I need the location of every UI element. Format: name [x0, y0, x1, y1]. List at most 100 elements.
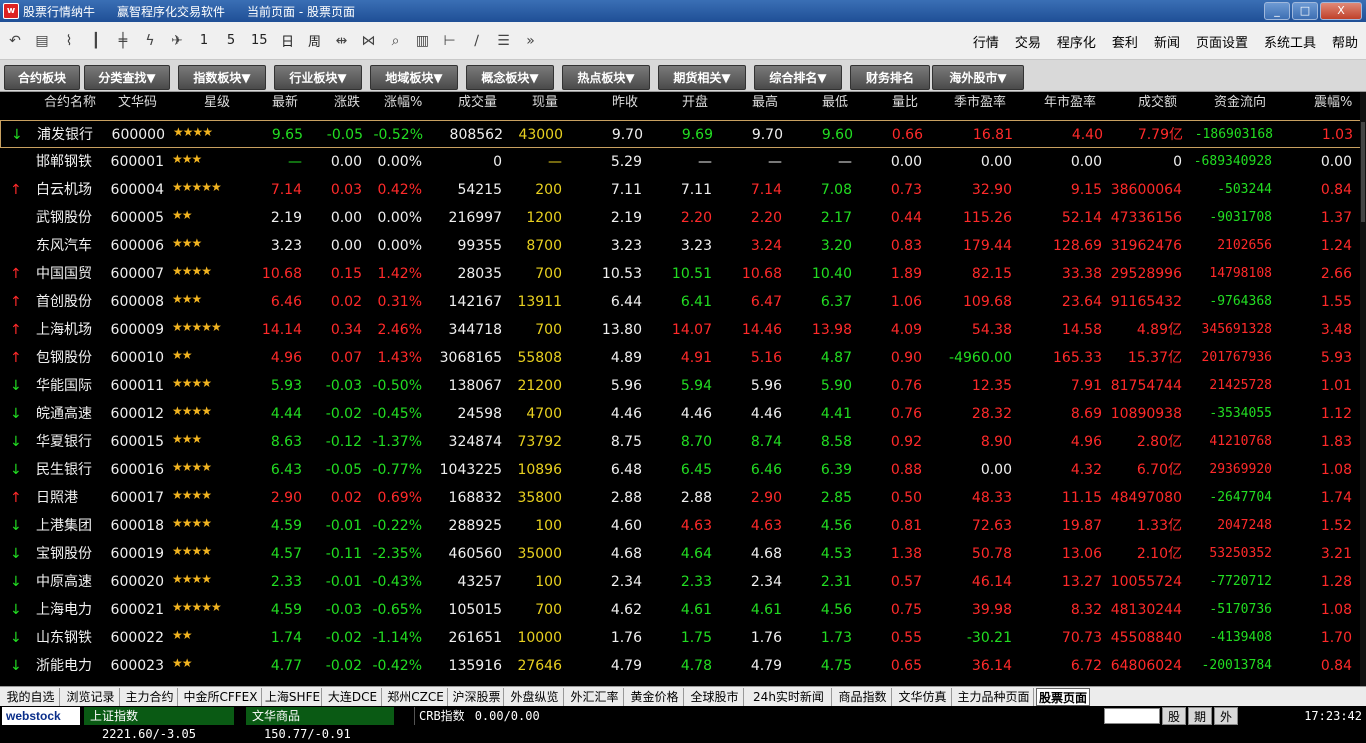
maximize-button[interactable]: □: [1292, 2, 1318, 20]
draw-line-icon[interactable]: ∕: [465, 27, 489, 55]
menu-arbitrage[interactable]: 套利: [1104, 32, 1146, 51]
table-row[interactable]: ↓ 华能国际 600011 ★★★★ 5.93 -0.03 -0.50% 138067 2120…: [0, 372, 1362, 400]
table-row[interactable]: ↑ 上海机场 600009 ★★★★★ 14.14 0.34 2.46% 344718 700 1…: [0, 316, 1362, 344]
table-row[interactable]: ↓ 皖通高速 600012 ★★★★ 4.44 -0.02 -0.45% 24598 4700 4…: [0, 400, 1362, 428]
bottom-tab[interactable]: 文华仿真: [894, 688, 952, 706]
forex-quick-button[interactable]: 外: [1214, 707, 1238, 725]
bottom-tab[interactable]: 浏览记录: [62, 688, 120, 706]
candlestick-icon[interactable]: ╪: [111, 27, 135, 55]
header-col-code[interactable]: 文华码: [118, 92, 157, 114]
tab-composite-rank[interactable]: 综合排名▼: [754, 65, 842, 90]
bottom-tab[interactable]: 大连DCE: [324, 688, 382, 706]
quick-search-input[interactable]: [1104, 708, 1160, 724]
futures-quick-button[interactable]: 期: [1188, 707, 1212, 725]
table-row[interactable]: ↑ 首创股份 600008 ★★★ 6.46 0.02 0.31% 142167 13911 6.…: [0, 288, 1362, 316]
header-col-volume-ratio[interactable]: 量比: [892, 92, 918, 114]
header-col-stars[interactable]: 星级: [204, 92, 230, 114]
table-row[interactable]: ↓ 浦发银行 600000 ★★★★ 9.65 -0.05 -0.52% 808562 4300…: [0, 120, 1362, 148]
arrows-left-right-icon[interactable]: ⇹: [330, 27, 354, 55]
plane-icon[interactable]: ✈: [165, 27, 189, 55]
header-col-open[interactable]: 开盘: [682, 92, 708, 114]
table-row[interactable]: ↑ 中国国贸 600007 ★★★★ 10.68 0.15 1.42% 28035 700 10.…: [0, 260, 1362, 288]
table-row[interactable]: ↓ 浙能电力 600023 ★★ 4.77 -0.02 -0.42% 135916 27646 4…: [0, 652, 1362, 680]
search-icon[interactable]: ⌕: [384, 27, 408, 55]
table-icon[interactable]: ▤: [30, 27, 54, 55]
scrollbar-thumb[interactable]: [1361, 122, 1365, 222]
more-icon[interactable]: »: [519, 27, 543, 55]
ruler-vertical-icon[interactable]: ▥: [411, 27, 435, 55]
header-col-change[interactable]: 涨跌: [334, 92, 360, 114]
minimize-button[interactable]: _: [1264, 2, 1290, 20]
close-button[interactable]: X: [1320, 2, 1362, 20]
header-col-pe-quarter[interactable]: 季市盈率: [954, 92, 1006, 114]
bottom-tab[interactable]: 商品指数: [834, 688, 892, 706]
kline-icon[interactable]: ┃: [84, 27, 108, 55]
period-5min-button[interactable]: 5: [219, 27, 243, 55]
menu-news[interactable]: 新闻: [1146, 32, 1188, 51]
table-row[interactable]: ↓ 宝钢股份 600019 ★★★★ 4.57 -0.11 -2.35% 460560 3500…: [0, 540, 1362, 568]
bottom-tab[interactable]: 郑州CZCE: [384, 688, 448, 706]
bottom-tab[interactable]: 24h实时新闻: [746, 688, 832, 706]
menu-page-settings[interactable]: 页面设置: [1188, 32, 1256, 51]
span-icon[interactable]: ⊢: [438, 27, 462, 55]
bottom-tab[interactable]: 沪深股票: [450, 688, 504, 706]
tab-region-sector[interactable]: 地域板块▼: [370, 65, 458, 90]
undo-icon[interactable]: ↶: [3, 27, 27, 55]
vertical-scrollbar[interactable]: [1360, 92, 1366, 686]
bottom-tab[interactable]: 黄金价格: [626, 688, 684, 706]
table-row[interactable]: ↓ 华夏银行 600015 ★★★ 8.63 -0.12 -1.37% 324874 73792…: [0, 428, 1362, 456]
bottom-tab[interactable]: 主力合约: [122, 688, 178, 706]
bottom-tab[interactable]: 全球股市: [686, 688, 744, 706]
tab-finance-rank[interactable]: 财务排名: [850, 65, 930, 90]
table-row[interactable]: ↓ 中原高速 600020 ★★★★ 2.33 -0.01 -0.43% 43257 100 2.…: [0, 568, 1362, 596]
tab-category-search[interactable]: 分类查找▼: [84, 65, 170, 90]
table-row[interactable]: ↓ 山东钢铁 600022 ★★ 1.74 -0.02 -1.14% 261651 10000 1…: [0, 624, 1362, 652]
period-15min-button[interactable]: 15: [246, 27, 273, 55]
period-week-button[interactable]: 周: [303, 27, 327, 55]
header-col-current-volume[interactable]: 现量: [532, 92, 558, 114]
tab-contract-sector[interactable]: 合约板块: [4, 65, 80, 90]
bottom-tab[interactable]: 外盘纵览: [506, 688, 564, 706]
bottom-tab[interactable]: 股票页面: [1036, 688, 1090, 706]
table-row[interactable]: 武钢股份 600005 ★★ 2.19 0.00 0.00% 216997 1200 2.19 2…: [0, 204, 1362, 232]
header-col-name[interactable]: 合约名称: [44, 92, 96, 114]
table-row[interactable]: 邯郸钢铁 600001 ★★★ — 0.00 0.00% 0 — 5.29 — — — 0.00 0.00…: [0, 148, 1362, 176]
header-col-prev-close[interactable]: 昨收: [612, 92, 638, 114]
header-col-low[interactable]: 最低: [822, 92, 848, 114]
menu-programmatic[interactable]: 程序化: [1049, 32, 1104, 51]
header-col-amount[interactable]: 成交额: [1138, 92, 1177, 114]
header-col-change-pct[interactable]: 涨幅%: [384, 92, 422, 114]
bottom-tab[interactable]: 主力品种页面: [954, 688, 1034, 706]
tab-hot-sector[interactable]: 热点板块▼: [562, 65, 650, 90]
list-icon[interactable]: ☰: [492, 27, 516, 55]
table-row[interactable]: 东风汽车 600006 ★★★ 3.23 0.00 0.00% 99355 8700 3.23 3…: [0, 232, 1362, 260]
arrows-collapse-icon[interactable]: ⋈: [357, 27, 381, 55]
tab-industry-sector[interactable]: 行业板块▼: [274, 65, 362, 90]
stock-quick-button[interactable]: 股: [1162, 707, 1186, 725]
bottom-tab[interactable]: 上海SHFE: [264, 688, 322, 706]
header-col-high[interactable]: 最高: [752, 92, 778, 114]
menu-help[interactable]: 帮助: [1324, 32, 1366, 51]
lightning-icon[interactable]: ϟ: [138, 27, 162, 55]
header-col-volume[interactable]: 成交量: [458, 92, 497, 114]
header-col-pe-year[interactable]: 年市盈率: [1044, 92, 1096, 114]
bottom-tab[interactable]: 我的自选: [2, 688, 60, 706]
menu-quotes[interactable]: 行情: [965, 32, 1007, 51]
line-chart-icon[interactable]: ⌇: [57, 27, 81, 55]
bottom-tab[interactable]: 外汇汇率: [566, 688, 624, 706]
table-row[interactable]: ↓ 上港集团 600018 ★★★★ 4.59 -0.01 -0.22% 288925 100 4…: [0, 512, 1362, 540]
table-row[interactable]: ↓ 民生银行 600016 ★★★★ 6.43 -0.05 -0.77% 1043225 108…: [0, 456, 1362, 484]
menu-system-tools[interactable]: 系统工具: [1256, 32, 1324, 51]
menu-trade[interactable]: 交易: [1007, 32, 1049, 51]
period-day-button[interactable]: 日: [276, 27, 300, 55]
table-row[interactable]: ↑ 日照港 600017 ★★★★ 2.90 0.02 0.69% 168832 35800 2.…: [0, 484, 1362, 512]
header-col-amplitude[interactable]: 震幅%: [1314, 92, 1352, 114]
tab-futures-related[interactable]: 期货相关▼: [658, 65, 746, 90]
tab-index-sector[interactable]: 指数板块▼: [178, 65, 266, 90]
table-row[interactable]: ↓ 上海电力 600021 ★★★★★ 4.59 -0.03 -0.65% 105015 700…: [0, 596, 1362, 624]
header-col-money-flow[interactable]: 资金流向: [1214, 92, 1266, 114]
table-row[interactable]: ↑ 白云机场 600004 ★★★★★ 7.14 0.03 0.42% 54215 200 7.1…: [0, 176, 1362, 204]
header-col-last[interactable]: 最新: [272, 92, 298, 114]
bottom-tab[interactable]: 中金所CFFEX: [180, 688, 262, 706]
table-row[interactable]: ↑ 包钢股份 600010 ★★ 4.96 0.07 1.43% 3068165 55808 4.…: [0, 344, 1362, 372]
